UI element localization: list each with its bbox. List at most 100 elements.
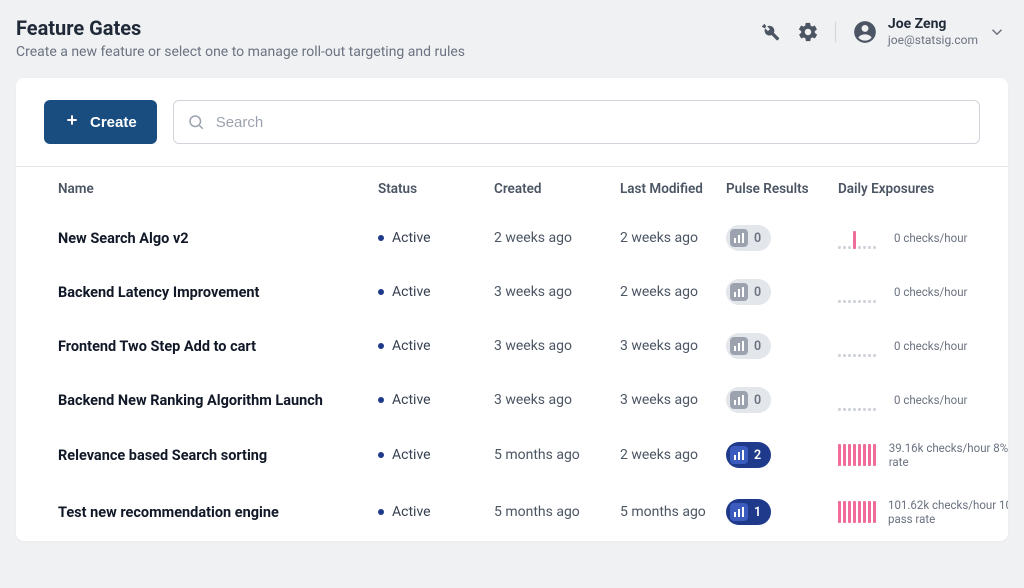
- sparkline-icon: [838, 499, 876, 525]
- cell-pulse: 0: [726, 387, 838, 413]
- cell-exposure: 0 checks/hour: [838, 225, 1008, 251]
- user-email: joe@statsig.com: [888, 33, 978, 47]
- bar-chart-icon: [730, 229, 748, 247]
- exposure-text: 101.62k checks/hour 10% pass rate: [888, 498, 1008, 527]
- exposure-text: 0 checks/hour: [894, 393, 967, 407]
- pulse-count: 1: [754, 505, 761, 520]
- exposure-text: 0 checks/hour: [894, 339, 967, 353]
- status-dot-icon: [378, 452, 384, 458]
- header-divider: [835, 22, 836, 42]
- gear-icon[interactable]: [797, 21, 819, 43]
- sparkline-icon: [838, 279, 882, 305]
- cell-name: Backend New Ranking Algorithm Launch: [58, 392, 378, 409]
- chevron-down-icon: [988, 23, 1006, 41]
- status-label: Active: [392, 284, 431, 300]
- status-dot-icon: [378, 397, 384, 403]
- cell-status: Active: [378, 338, 494, 354]
- cell-pulse: 1: [726, 499, 838, 525]
- table-row[interactable]: Test new recommendation engineActive5 mo…: [16, 484, 1008, 541]
- avatar-icon: [852, 19, 878, 45]
- table-row[interactable]: New Search Algo v2Active2 weeks ago2 wee…: [16, 211, 1008, 265]
- pulse-badge[interactable]: 2: [726, 442, 771, 468]
- cell-name: Frontend Two Step Add to cart: [58, 338, 378, 355]
- pulse-badge[interactable]: 0: [726, 225, 771, 251]
- cell-exposure: 0 checks/hour: [838, 279, 1008, 305]
- cell-exposure: 39.16k checks/hour 8% pass rate: [838, 441, 1008, 470]
- cell-exposure: 0 checks/hour: [838, 333, 1008, 359]
- status-dot-icon: [378, 509, 384, 515]
- status-label: Active: [392, 392, 431, 408]
- bar-chart-icon: [730, 503, 748, 521]
- cell-status: Active: [378, 230, 494, 246]
- cell-pulse: 0: [726, 279, 838, 305]
- search-input[interactable]: [173, 100, 980, 144]
- status-label: Active: [392, 447, 431, 463]
- bar-chart-icon: [730, 337, 748, 355]
- exposure-text: 0 checks/hour: [894, 231, 967, 245]
- pulse-badge[interactable]: 0: [726, 279, 771, 305]
- cell-modified: 3 weeks ago: [620, 392, 726, 408]
- table-body: New Search Algo v2 Active 2 weeks ago 2 wee…: [16, 211, 1008, 541]
- table-row[interactable]: Backend Latency ImprovementActive3 weeks…: [16, 265, 1008, 319]
- plus-icon: [64, 112, 80, 132]
- exposure-text: 0 checks/hour: [894, 285, 967, 299]
- cell-exposure: 101.62k checks/hour 10% pass rate: [838, 498, 1008, 527]
- bar-chart-icon: [730, 391, 748, 409]
- cell-created: 3 weeks ago: [494, 338, 620, 354]
- create-button-label: Create: [90, 114, 137, 131]
- col-last-modified: Last Modified: [620, 181, 726, 197]
- pulse-count: 2: [754, 448, 761, 463]
- tools-icon[interactable]: [759, 21, 781, 43]
- cell-pulse: 0: [726, 333, 838, 359]
- status-label: Active: [392, 230, 431, 246]
- status-dot-icon: [378, 343, 384, 349]
- pulse-badge[interactable]: 0: [726, 333, 771, 359]
- user-menu[interactable]: Joe Zeng joe@statsig.com: [852, 16, 1006, 47]
- feature-table: Name Status Created Last Modified Pulse …: [16, 167, 1008, 541]
- bar-chart-icon: [730, 283, 748, 301]
- cell-name: Test new recommendation engine: [58, 504, 378, 521]
- toolbar: Create: [16, 78, 1008, 167]
- col-created: Created: [494, 181, 620, 197]
- create-button[interactable]: Create: [44, 100, 157, 144]
- search-field-wrap: [173, 100, 980, 144]
- table-row[interactable]: Backend New Ranking Algorithm Launch Acti…: [16, 373, 1008, 427]
- pulse-count: 0: [754, 339, 761, 354]
- cell-created: 5 months ago: [494, 504, 620, 520]
- cell-name: Relevance based Search sorting: [58, 447, 378, 464]
- page-subtitle: Create a new feature or select one to ma…: [16, 44, 465, 60]
- user-meta: Joe Zeng joe@statsig.com: [888, 16, 978, 47]
- cell-modified: 2 weeks ago: [620, 447, 726, 463]
- cell-name: New Search Algo v2: [58, 230, 378, 247]
- header-left: Feature Gates Create a new feature or se…: [16, 16, 465, 60]
- cell-status: Active: [378, 447, 494, 463]
- status-label: Active: [392, 338, 431, 354]
- cell-name: Backend Latency Improvement: [58, 284, 378, 301]
- pulse-badge[interactable]: 1: [726, 499, 771, 525]
- table-row[interactable]: Relevance based Search sorting Active 5 mo…: [16, 427, 1008, 484]
- page-header: Feature Gates Create a new feature or se…: [0, 0, 1024, 78]
- cell-modified: 2 weeks ago: [620, 284, 726, 300]
- cell-status: Active: [378, 284, 494, 300]
- cell-pulse: 0: [726, 225, 838, 251]
- cell-status: Active: [378, 392, 494, 408]
- cell-created: 3 weeks ago: [494, 392, 620, 408]
- header-right: Joe Zeng joe@statsig.com: [759, 16, 1006, 47]
- pulse-badge[interactable]: 0: [726, 387, 771, 413]
- exposure-text: 39.16k checks/hour 8% pass rate: [889, 441, 1008, 470]
- col-name: Name: [58, 181, 378, 197]
- cell-created: 5 months ago: [494, 447, 620, 463]
- sparkline-icon: [838, 225, 882, 251]
- sparkline-icon: [838, 333, 882, 359]
- col-pulse-results: Pulse Results: [726, 181, 838, 197]
- col-status: Status: [378, 181, 494, 197]
- cell-exposure: 0 checks/hour: [838, 387, 1008, 413]
- sparkline-icon: [838, 442, 877, 468]
- status-dot-icon: [378, 289, 384, 295]
- cell-status: Active: [378, 504, 494, 520]
- sparkline-icon: [838, 387, 882, 413]
- pulse-count: 0: [754, 285, 761, 300]
- col-daily-exposures: Daily Exposures: [838, 181, 1008, 197]
- cell-modified: 5 months ago: [620, 504, 726, 520]
- table-row[interactable]: Frontend Two Step Add to cart Active 3 wee…: [16, 319, 1008, 373]
